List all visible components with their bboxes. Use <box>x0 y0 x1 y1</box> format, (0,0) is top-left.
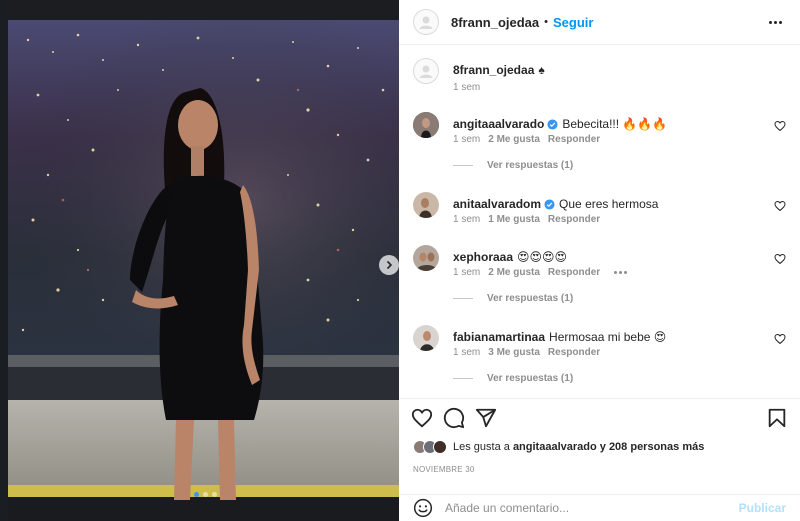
author-username[interactable]: 8frann_ojedaa <box>451 15 539 30</box>
comment-text-line: fabianamartinaa Hermosaa mi bebe 😍 <box>453 330 666 345</box>
caption-meta: 1 sem <box>453 82 480 93</box>
likes-user[interactable]: angitaaalvarado <box>513 441 597 453</box>
likes-summary: Les gusta a angitaaalvarado y 208 person… <box>413 440 704 454</box>
avatar-placeholder-icon <box>419 65 433 78</box>
likes-prefix: Les gusta a <box>453 441 510 453</box>
comments-list[interactable]: 8frann_ojedaa ♠ 1 sem angitaaalvarado Bebe… <box>399 46 800 398</box>
caption-text-line: 8frann_ojedaa ♠ <box>453 63 545 78</box>
heart-icon[interactable] <box>774 200 786 212</box>
view-replies-label: Ver respuestas (1) <box>487 160 574 171</box>
comment-time: 1 sem <box>453 214 481 225</box>
comment-meta: 1 sem 2 Me gusta Responder <box>453 267 628 278</box>
comment-meta: 1 sem 3 Me gusta Responder <box>453 347 600 358</box>
heart-icon[interactable] <box>774 120 786 132</box>
commenter-avatar[interactable] <box>413 192 439 218</box>
carousel-dot <box>194 492 199 497</box>
heart-icon[interactable] <box>411 407 433 429</box>
commenter-avatar[interactable] <box>413 112 439 138</box>
comment-text-line: anitaalvaradom Que eres hermosa <box>453 197 658 212</box>
replies-line <box>453 298 473 299</box>
comment-text-line: xephoraaa 😍😍😍😍 <box>453 250 567 265</box>
header-separator: • <box>544 16 549 28</box>
comment-likes-count[interactable]: 2 Me gusta <box>488 267 540 278</box>
action-bar <box>399 398 800 436</box>
post-header: 8frann_ojedaa • Seguir <box>399 0 800 45</box>
commenter-avatar[interactable] <box>413 325 439 351</box>
comment-text-line: angitaaalvarado Bebecita!!! 🔥🔥🔥 <box>453 117 667 132</box>
replies-line <box>453 378 473 379</box>
caption-username[interactable]: 8frann_ojedaa <box>453 63 534 77</box>
comment-likes-count[interactable]: 3 Me gusta <box>488 347 540 358</box>
follow-button[interactable]: Seguir <box>553 15 593 30</box>
avatar-placeholder-icon <box>419 16 433 29</box>
comment-body: 😍😍😍😍 <box>517 250 568 264</box>
replies-line <box>453 165 473 166</box>
caption-text: ♠ <box>538 63 545 77</box>
comment-username[interactable]: xephoraaa <box>453 250 513 264</box>
comment-body: Hermosaa mi bebe 😍 <box>549 330 667 344</box>
share-icon[interactable] <box>475 407 497 429</box>
likers-avatars[interactable] <box>413 440 447 454</box>
publish-button[interactable]: Publicar <box>739 501 786 515</box>
reply-button[interactable]: Responder <box>548 214 600 225</box>
comment-body: Bebecita!!! 🔥🔥🔥 <box>562 117 668 131</box>
caption-avatar[interactable] <box>413 58 439 84</box>
reply-button[interactable]: Responder <box>548 134 600 145</box>
comment-username[interactable]: fabianamartinaa <box>453 330 545 344</box>
more-icon[interactable] <box>765 17 786 28</box>
reply-button[interactable]: Responder <box>548 267 600 278</box>
emoji-icon[interactable] <box>413 498 433 518</box>
likes-others[interactable]: y 208 personas más <box>600 441 705 453</box>
backdrop-strip <box>0 0 8 521</box>
view-replies-label: Ver respuestas (1) <box>487 293 574 304</box>
comment-composer: Publicar <box>399 494 800 521</box>
comment-meta: 1 sem 1 Me gusta Responder <box>453 214 600 225</box>
comment-username[interactable]: anitaalvaradom <box>453 197 541 211</box>
bookmark-icon[interactable] <box>766 407 788 429</box>
comment-icon[interactable] <box>443 407 465 429</box>
photo-illustration <box>8 0 399 521</box>
view-replies-button[interactable]: Ver respuestas (1) <box>453 373 573 384</box>
verified-icon <box>544 199 555 210</box>
view-replies-button[interactable]: Ver respuestas (1) <box>453 160 573 171</box>
carousel-dot <box>203 492 208 497</box>
carousel-dot <box>212 492 217 497</box>
post-date: NOVIEMBRE 30 <box>413 465 475 474</box>
carousel-indicator <box>194 492 217 497</box>
heart-icon[interactable] <box>774 253 786 265</box>
chevron-right-icon <box>386 260 393 270</box>
comment-time: 1 sem <box>453 267 481 278</box>
carousel-next-button[interactable] <box>379 255 399 275</box>
post-photo[interactable] <box>8 0 399 521</box>
comment-input[interactable] <box>445 501 739 515</box>
comment-meta: 1 sem 2 Me gusta Responder <box>453 134 600 145</box>
reply-button[interactable]: Responder <box>548 347 600 358</box>
view-replies-label: Ver respuestas (1) <box>487 373 574 384</box>
view-replies-button[interactable]: Ver respuestas (1) <box>453 293 573 304</box>
comment-username[interactable]: angitaaalvarado <box>453 117 544 131</box>
verified-icon <box>547 119 558 130</box>
comment-likes-count[interactable]: 2 Me gusta <box>488 134 540 145</box>
caption-time: 1 sem <box>453 82 481 93</box>
post-panel: 8frann_ojedaa • Seguir 8frann_ojedaa ♠ 1 … <box>399 0 800 521</box>
comment-options-icon[interactable] <box>614 267 628 278</box>
heart-icon[interactable] <box>774 333 786 345</box>
commenter-avatar[interactable] <box>413 245 439 271</box>
comment-time: 1 sem <box>453 347 481 358</box>
comment-time: 1 sem <box>453 134 481 145</box>
comment-body: Que eres hermosa <box>559 197 659 211</box>
author-avatar[interactable] <box>413 9 439 35</box>
comment-likes-count[interactable]: 1 Me gusta <box>488 214 540 225</box>
